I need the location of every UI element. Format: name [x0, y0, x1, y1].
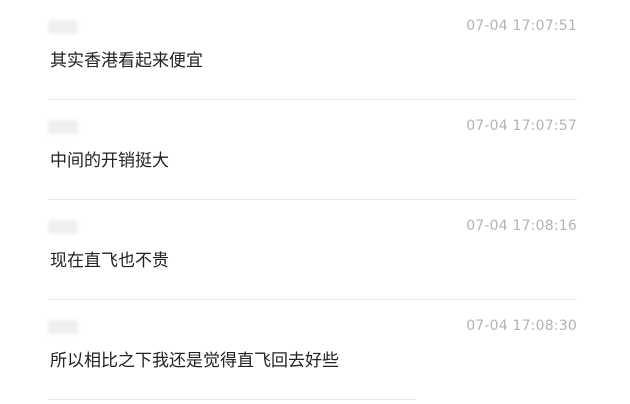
- chat-message: 07-04 17:08:16 现在直飞也不贵: [48, 200, 577, 300]
- sender-name-blurred: [48, 220, 78, 234]
- message-text: 其实香港看起来便宜: [50, 51, 203, 71]
- message-text: 现在直飞也不贵: [50, 251, 169, 271]
- sender-name-blurred: [48, 20, 78, 34]
- message-timestamp: 07-04 17:08:30: [466, 318, 577, 334]
- sender-name-blurred: [48, 320, 78, 334]
- sender-name-blurred: [48, 120, 78, 134]
- message-divider: [48, 399, 416, 400]
- chat-message-list: 07-04 17:07:51 其实香港看起来便宜 07-04 17:07:57 …: [0, 0, 630, 404]
- message-timestamp: 07-04 17:07:57: [466, 118, 577, 134]
- chat-message: 07-04 17:07:57 中间的开销挺大: [48, 100, 577, 200]
- message-timestamp: 07-04 17:08:16: [466, 218, 577, 234]
- message-timestamp: 07-04 17:07:51: [466, 18, 577, 34]
- chat-message: 07-04 17:08:30 所以相比之下我还是觉得直飞回去好些: [48, 300, 577, 400]
- chat-message: 07-04 17:07:51 其实香港看起来便宜: [48, 0, 577, 100]
- message-text: 所以相比之下我还是觉得直飞回去好些: [50, 351, 339, 371]
- message-text: 中间的开销挺大: [50, 151, 169, 171]
